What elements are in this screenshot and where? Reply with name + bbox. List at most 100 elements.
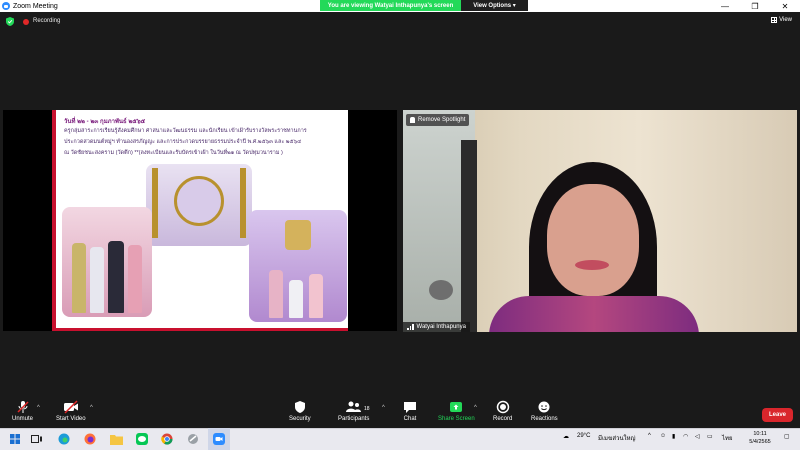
unmute-button[interactable]: Unmute [12, 400, 33, 422]
windows-start-icon[interactable] [8, 432, 22, 446]
input-language[interactable]: ไทย [722, 433, 733, 443]
screen-share-banner: You are viewing Watyai Inthapunya's scre… [320, 0, 528, 11]
pinned-app-icon[interactable] [186, 432, 200, 446]
grid-view-icon [771, 17, 778, 23]
line-app-icon[interactable] [135, 432, 149, 446]
file-explorer-icon[interactable] [109, 432, 123, 446]
participant-name: Watyai Inthapunya [416, 324, 466, 330]
participants-options-caret[interactable]: ^ [382, 405, 385, 411]
background-lamp [429, 280, 453, 300]
weather-temperature[interactable]: 29°C [577, 433, 590, 439]
person-figure [128, 245, 142, 313]
award-stand-left [152, 168, 158, 238]
person-figure [108, 241, 124, 313]
shared-slide: วันที่ ๒๒ - ๒๓ กุมภาพันธ์ ๒๕๖๕ ครูกลุ่มส… [52, 110, 348, 331]
chat-label: Chat [403, 416, 417, 422]
zoom-app-icon [2, 2, 10, 10]
chrome-icon[interactable] [160, 432, 174, 446]
wifi-icon[interactable]: ◠ [683, 433, 688, 440]
person-figure [72, 243, 86, 313]
clock-time: 10:11 [753, 431, 767, 437]
unmute-label: Unmute [12, 416, 34, 422]
close-button[interactable]: ✕ [770, 0, 800, 12]
start-video-button[interactable]: Start Video [56, 400, 86, 422]
participants-count: 18 [364, 406, 370, 412]
window-title: Zoom Meeting [13, 2, 58, 10]
participant-video-tile[interactable] [403, 110, 797, 332]
participant-mouth [575, 260, 609, 270]
maximize-button[interactable]: ❐ [740, 0, 770, 12]
security-button[interactable]: Security [289, 400, 311, 422]
participant-shirt [489, 296, 699, 332]
slide-body: ครูกลุ่มสาระการเรียนรู้สังคมศึกษา ศาสนาแ… [64, 126, 346, 159]
group-photo-right [249, 210, 347, 322]
security-shield-icon [294, 400, 306, 414]
window-controls: — ❐ ✕ [710, 0, 800, 12]
battery-icon[interactable]: ▮ [672, 433, 675, 440]
reactions-button[interactable]: Reactions [531, 400, 558, 422]
leave-button[interactable]: Leave [762, 408, 793, 422]
weather-cloud-icon[interactable]: ☁ [563, 433, 569, 440]
chat-bubble-icon [403, 400, 417, 414]
person-figure [289, 280, 303, 318]
tray-chevron-up-icon[interactable]: ^ [648, 433, 651, 439]
award-plaque [174, 176, 224, 226]
group-photo-left [62, 207, 152, 317]
view-options-button[interactable]: View Options ▾ [461, 0, 528, 11]
notification-icon[interactable]: ▢ [784, 433, 790, 440]
person-figure [90, 247, 104, 313]
slide-bottom-border [56, 328, 348, 331]
reactions-label: Reactions [531, 416, 558, 422]
participant-name-tag: Watyai Inthapunya [403, 322, 470, 332]
view-button[interactable]: View [771, 17, 792, 23]
signal-bars-icon [407, 324, 414, 330]
remove-spotlight-button[interactable]: Remove Spotlight [406, 114, 470, 126]
system-clock[interactable]: 10:11 5/4/2565 [745, 430, 775, 446]
meeting-toolbar [0, 398, 800, 428]
award-stand-right [240, 168, 246, 238]
person-figure [309, 274, 323, 318]
share-screen-icon [449, 400, 463, 414]
keyboard-icon[interactable]: ▭ [707, 433, 713, 440]
portrait-frame [285, 220, 311, 250]
edge-browser-icon[interactable] [57, 432, 71, 446]
slide-line-1: ครูกลุ่มสาระการเรียนรู้สังคมศึกษา ศาสนาแ… [64, 128, 307, 134]
record-label: Record [493, 416, 513, 422]
muted-microphone-icon [16, 400, 30, 414]
background-pole [461, 140, 477, 332]
smiley-icon [537, 400, 551, 414]
pin-icon [410, 117, 415, 123]
minimize-button[interactable]: — [710, 0, 740, 12]
recording-dot-icon [23, 19, 29, 25]
recording-label[interactable]: Recording [33, 18, 60, 24]
audio-options-caret[interactable]: ^ [37, 405, 40, 411]
clock-date: 5/4/2565 [749, 439, 771, 445]
participants-icon [345, 400, 363, 414]
participants-label: Participants [338, 416, 370, 422]
view-label: View [779, 17, 792, 23]
task-view-icon[interactable] [30, 432, 44, 446]
slide-line-2: ประกวดสวดมนต์หมู่ฯ ทำนองสรภัญญะ และการปร… [64, 139, 302, 145]
remove-spotlight-label: Remove Spotlight [418, 117, 466, 123]
share-screen-button[interactable]: Share Screen [438, 400, 475, 422]
share-screen-label: Share Screen [438, 416, 475, 422]
video-off-icon [63, 400, 79, 414]
slide-line-3: ณ วัดชัยชนะสงคราม (วัดตึก) **(ลงทะเบียนแ… [64, 150, 283, 156]
people-icon[interactable]: ☺ [660, 433, 666, 439]
slide-date: วันที่ ๒๒ - ๒๓ กุมภาพันธ์ ๒๕๖๕ [64, 119, 146, 125]
record-button[interactable]: Record [493, 400, 512, 422]
firefox-icon[interactable] [83, 432, 97, 446]
person-figure [269, 270, 283, 318]
zoom-taskbar-icon[interactable] [212, 432, 226, 446]
chat-button[interactable]: Chat [403, 400, 417, 422]
participant-face [547, 184, 639, 296]
weather-description[interactable]: มีเมฆส่วนใหญ่ [598, 433, 636, 443]
award-photo [146, 164, 252, 246]
security-label: Security [289, 416, 311, 422]
volume-icon[interactable]: ◁ [695, 433, 700, 440]
share-options-caret[interactable]: ^ [474, 405, 477, 411]
video-options-caret[interactable]: ^ [90, 405, 93, 411]
encryption-shield-icon[interactable] [6, 17, 14, 26]
viewing-screen-message: You are viewing Watyai Inthapunya's scre… [320, 0, 461, 11]
meeting-status-bar [0, 12, 800, 30]
